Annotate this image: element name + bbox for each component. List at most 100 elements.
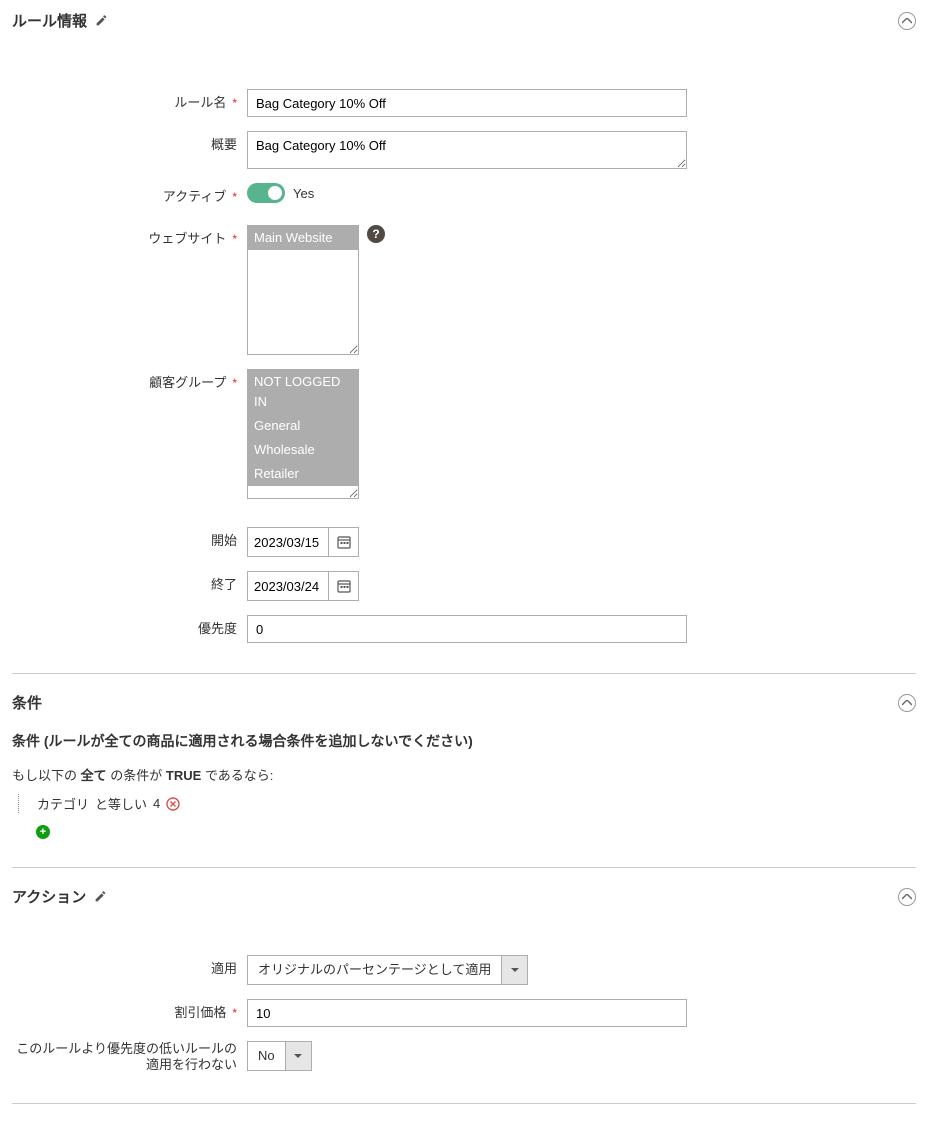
cond-aggregator[interactable]: 全て [81,768,107,783]
priority-input[interactable] [247,615,687,643]
section-title-text: ルール情報 [12,10,87,31]
label-text: アクティブ [163,183,227,211]
to-date-input[interactable] [248,572,328,600]
label-text: 優先度 [198,615,237,643]
control-active: Yes [247,183,314,203]
section-title-text: 条件 [12,692,42,713]
field-active: アクティブ * Yes [12,183,916,211]
label-text: このルールより優先度の低いルールの適用を行わない [12,1041,237,1073]
control-to [247,571,359,601]
label-text: 概要 [211,131,237,159]
field-discard: このルールより優先度の低いルールの適用を行わない No [12,1041,916,1073]
calendar-icon[interactable] [328,572,358,600]
actions-header: アクション [12,886,916,907]
label-websites: ウェブサイト * [12,225,247,253]
field-apply: 適用 オリジナルのパーセンテージとして適用 [12,955,916,985]
label-description: 概要 [12,131,247,159]
conditions-title: 条件 [12,692,42,713]
control-discard: No [247,1041,312,1071]
label-customer-groups: 顧客グループ * [12,369,247,397]
add-icon[interactable]: + [36,825,50,839]
rule-info-header: ルール情報 [12,10,916,31]
conditions-subtitle: 条件 (ルールが全ての商品に適用される場合条件を追加しないでください) [12,731,916,751]
label-text: 顧客グループ [149,369,226,397]
discard-select[interactable]: No [247,1041,312,1071]
conditions-header: 条件 [12,692,916,713]
customer-groups-multiselect[interactable]: NOT LOGGED IN General Wholesale Retailer [247,369,359,499]
pencil-icon[interactable] [94,890,107,903]
multiselect-option[interactable]: NOT LOGGED IN [248,370,358,414]
required-mark: * [232,225,237,253]
chevron-down-icon[interactable] [501,956,527,984]
remove-icon[interactable] [166,797,180,811]
description-textarea[interactable] [247,131,687,169]
multiselect-option[interactable]: Wholesale [248,438,358,462]
field-discount: 割引価格 * [12,999,916,1027]
label-rule-name: ルール名 * [12,89,247,117]
field-from: 開始 [12,527,916,557]
cond-value[interactable]: TRUE [166,768,201,783]
toggle-value-text: Yes [293,186,314,201]
label-text: 適用 [211,955,237,983]
label-priority: 優先度 [12,615,247,643]
required-mark: * [232,89,237,117]
field-websites: ウェブサイト * Main Website ? [12,225,916,355]
multiselect-option[interactable]: Main Website [248,226,358,250]
date-input-wrap [247,571,359,601]
control-from [247,527,359,557]
chevron-down-icon[interactable] [285,1042,311,1070]
field-priority: 優先度 [12,615,916,643]
field-customer-groups: 顧客グループ * NOT LOGGED IN General Wholesale… [12,369,916,499]
multiselect-option[interactable]: General [248,414,358,438]
control-description [247,131,687,169]
cond-item-value[interactable]: 4 [153,796,160,811]
from-date-input[interactable] [248,528,328,556]
control-apply: オリジナルのパーセンテージとして適用 [247,955,528,985]
rule-name-input[interactable] [247,89,687,117]
field-description: 概要 [12,131,916,169]
label-apply: 適用 [12,955,247,983]
label-to: 終了 [12,571,247,599]
pencil-icon[interactable] [95,14,108,27]
chevron-up-icon[interactable] [898,888,916,906]
conditions-root-line: もし以下の 全て の条件が TRUE であるなら: [12,765,916,784]
label-text: 割引価格 [174,999,226,1027]
active-toggle[interactable] [247,183,285,203]
date-input-wrap [247,527,359,557]
chevron-up-icon[interactable] [898,694,916,712]
conditions-section: 条件 条件 (ルールが全ての商品に適用される場合条件を追加しないでください) も… [12,692,916,868]
actions-body: 適用 オリジナルのパーセンテージとして適用 割引価格 * [12,925,916,1073]
question-icon[interactable]: ? [367,225,385,243]
field-rule-name: ルール名 * [12,89,916,117]
control-discount [247,999,687,1027]
cond-text: もし以下の [12,768,77,783]
label-text: ウェブサイト [148,225,226,253]
label-active: アクティブ * [12,183,247,211]
rule-info-body: ルール名 * 概要 アクティブ * Yes [12,49,916,643]
conditions-tree: カテゴリ と等しい 4 [18,794,916,813]
rule-info-section: ルール情報 ルール名 * 概要 [12,10,916,674]
control-rule-name [247,89,687,117]
label-from: 開始 [12,527,247,555]
label-text: 終了 [211,571,237,599]
label-discount: 割引価格 * [12,999,247,1027]
cond-attribute[interactable]: カテゴリ [37,794,89,813]
select-value: No [248,1042,285,1070]
apply-select[interactable]: オリジナルのパーセンテージとして適用 [247,955,528,985]
label-discard: このルールより優先度の低いルールの適用を行わない [12,1041,247,1073]
websites-multiselect[interactable]: Main Website [247,225,359,355]
condition-item: カテゴリ と等しい 4 [37,794,916,813]
required-mark: * [232,183,237,211]
required-mark: * [232,999,237,1027]
multiselect-option[interactable]: Retailer [248,462,358,486]
control-priority [247,615,687,643]
discount-input[interactable] [247,999,687,1027]
cond-operator[interactable]: と等しい [95,794,147,813]
label-text: 開始 [211,527,237,555]
cond-text: であるなら: [205,768,273,783]
chevron-up-icon[interactable] [898,12,916,30]
actions-title: アクション [12,886,107,907]
calendar-icon[interactable] [328,528,358,556]
required-mark: * [232,369,237,397]
select-value: オリジナルのパーセンテージとして適用 [248,956,501,984]
